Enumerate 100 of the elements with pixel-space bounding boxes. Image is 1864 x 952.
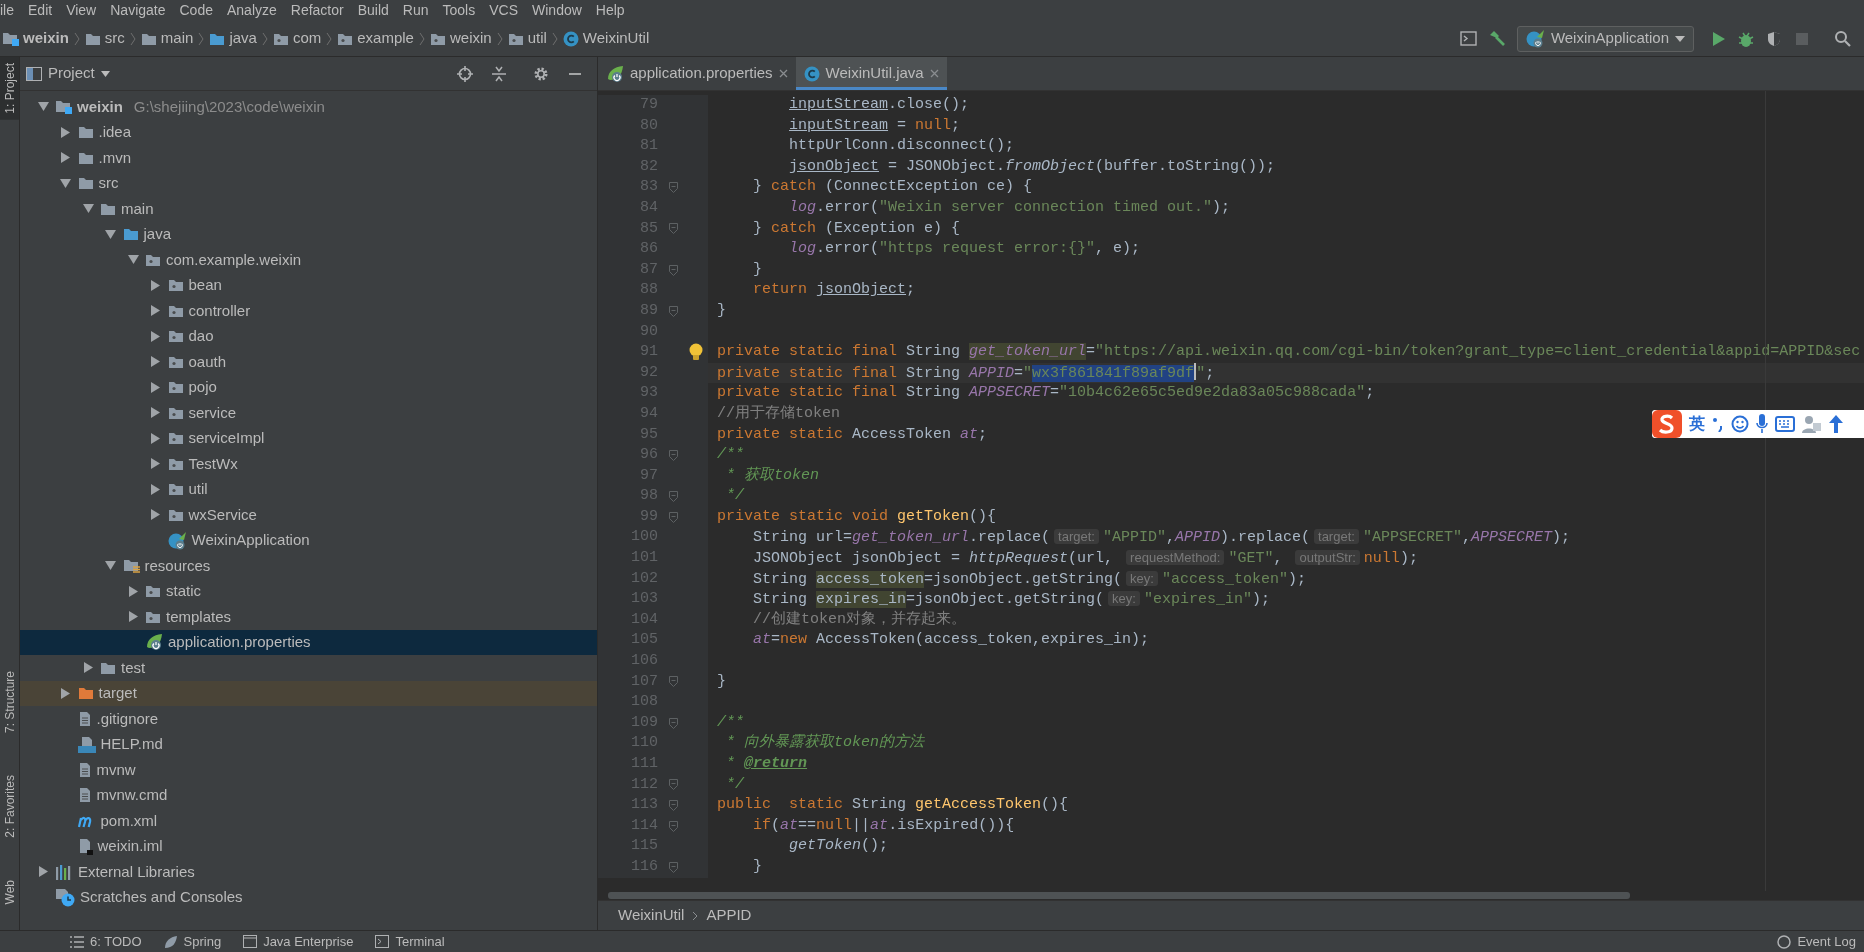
breadcrumb-item[interactable]: example xyxy=(335,27,416,50)
tree-item[interactable]: service xyxy=(20,400,597,426)
tree-item[interactable]: HELP.md xyxy=(20,731,597,757)
tree-item[interactable]: pojo xyxy=(20,374,597,400)
menu-item[interactable]: Code xyxy=(172,0,220,21)
tree-item[interactable]: target xyxy=(20,680,597,706)
breadcrumb-item[interactable]: com xyxy=(270,27,324,50)
tree-item[interactable]: mvnw.cmd xyxy=(20,782,597,808)
tree-item[interactable]: com.example.weixin xyxy=(20,247,597,273)
breadcrumb-item[interactable]: APPID xyxy=(706,904,752,927)
tree-item[interactable]: controller xyxy=(20,298,597,324)
search-icon xyxy=(1833,30,1851,47)
menu-item[interactable]: Run xyxy=(395,0,436,21)
breadcrumb-item[interactable]: weixin xyxy=(0,27,71,50)
folder-icon xyxy=(140,31,157,46)
chevron-right-icon xyxy=(73,31,80,46)
code-line: private static final String get_token_url="https://api.weixin.qq.com/cgi-bin/token?grant_type=client_credential&appid=APPID&sec xyxy=(716,342,1861,363)
tool-window-tab[interactable]: Web xyxy=(0,873,19,910)
tree-item[interactable]: main xyxy=(20,196,597,222)
tree-item[interactable]: .gitignore xyxy=(20,706,597,732)
code-line: httpUrlConn.disconnect(); xyxy=(788,136,1015,157)
folder-icon xyxy=(77,686,94,701)
folder-icon xyxy=(100,660,116,675)
package-folder-icon xyxy=(167,380,184,395)
menu-item[interactable]: Analyze xyxy=(219,0,284,21)
code-line: jsonObject = JSONObject.fromObject(buffer.toString()); xyxy=(788,156,1276,177)
menu-item[interactable]: Help xyxy=(588,0,632,21)
caret-down-icon xyxy=(100,70,110,77)
breadcrumb-item[interactable]: src xyxy=(82,27,127,50)
breadcrumb-item[interactable]: WeixinUtil xyxy=(560,27,652,50)
run-icon xyxy=(1711,30,1725,47)
menu-item[interactable]: ile xyxy=(0,0,21,21)
menu-item[interactable]: Refactor xyxy=(283,0,351,21)
markdown-file-icon xyxy=(77,735,96,753)
menu-item[interactable]: Navigate xyxy=(103,0,173,21)
tree-item[interactable]: .idea xyxy=(20,119,597,145)
breadcrumb-item[interactable]: weixin xyxy=(427,27,494,50)
tree-item[interactable]: resources xyxy=(20,553,597,579)
tree-item[interactable]: weixin.iml xyxy=(20,833,597,859)
tool-window-button[interactable]: Java Enterprise xyxy=(243,931,354,952)
stop-icon xyxy=(1795,31,1809,46)
tool-window-button[interactable]: Terminal xyxy=(375,931,445,952)
tree-item[interactable]: test xyxy=(20,655,597,681)
tree-item[interactable]: .mvn xyxy=(20,145,597,171)
code-line: public static String getAccessToken(){ xyxy=(716,795,1069,816)
menu-item[interactable]: Edit xyxy=(21,0,60,21)
tree-item[interactable]: weixin G:\shejiing\2023\code\weixin xyxy=(20,94,597,120)
breadcrumb-item[interactable]: java xyxy=(207,27,259,50)
tree-item[interactable]: bean xyxy=(20,272,597,298)
tree-item[interactable]: application.properties xyxy=(20,629,597,655)
package-folder-icon xyxy=(337,31,354,46)
scrollbar-thumb[interactable] xyxy=(608,892,1630,899)
tool-window-button[interactable]: 6: TODO xyxy=(70,931,142,952)
editor-tab[interactable]: WeixinUtil.java xyxy=(795,57,947,90)
menu-item[interactable]: Tools xyxy=(435,0,483,21)
breadcrumb-item[interactable]: main xyxy=(138,27,196,50)
menu-item[interactable]: View xyxy=(59,0,104,21)
tree-item[interactable]: dao xyxy=(20,323,597,349)
menu-item[interactable]: Build xyxy=(350,0,396,21)
tree-item[interactable]: pom.xml xyxy=(20,808,597,834)
file-icon xyxy=(77,837,93,855)
tree-item[interactable]: mvnw xyxy=(20,757,597,783)
run-configuration-dropdown[interactable]: WeixinApplication xyxy=(1516,25,1694,52)
tree-item[interactable]: java xyxy=(20,221,597,247)
terminal-icon xyxy=(375,935,390,948)
editor-tab[interactable]: application.properties xyxy=(598,57,796,90)
tree-item[interactable]: wxService xyxy=(20,502,597,528)
code-line: } xyxy=(716,671,726,692)
chevron-right-icon xyxy=(496,31,503,46)
tool-window-tab[interactable]: 2: Favorites xyxy=(0,768,19,844)
class-icon xyxy=(562,30,579,47)
code-line: inputStream.close(); xyxy=(788,95,970,115)
code-line: if(at==null||at.isExpired()){ xyxy=(752,815,1015,836)
tree-item[interactable]: WeixinApplication xyxy=(20,527,597,553)
tree-item[interactable]: serviceImpl xyxy=(20,425,597,451)
menu-item[interactable]: VCS xyxy=(482,0,525,21)
package-folder-icon xyxy=(167,278,184,293)
package-folder-icon xyxy=(145,609,161,624)
file-icon xyxy=(77,787,92,804)
tree-item[interactable]: src xyxy=(20,170,597,196)
chevron-right-icon xyxy=(692,910,699,921)
package-folder-icon xyxy=(167,405,184,420)
menu-item[interactable]: Window xyxy=(525,0,589,21)
tree-item[interactable]: templates xyxy=(20,604,597,630)
tool-window-tab[interactable]: 7: Structure xyxy=(0,664,19,739)
close-icon xyxy=(778,69,788,78)
breadcrumb-item[interactable]: util xyxy=(505,27,549,50)
tree-item[interactable]: static xyxy=(20,578,597,604)
input-mode-label[interactable]: 英 xyxy=(1689,412,1705,436)
breadcrumb-item[interactable]: WeixinUtil xyxy=(618,904,685,927)
tree-item[interactable]: Scratches and Consoles xyxy=(20,884,597,910)
panel-title-dropdown[interactable]: Project xyxy=(26,62,110,85)
tree-item[interactable]: util xyxy=(20,476,597,502)
event-log-button[interactable]: Event Log xyxy=(1777,931,1856,952)
tree-item[interactable]: External Libraries xyxy=(20,859,597,885)
tool-window-button[interactable]: Spring xyxy=(163,931,222,952)
code-line: String access_token=jsonObject.getString( key: "access_token"); xyxy=(752,569,1306,590)
tool-window-tab[interactable]: 1: Project xyxy=(0,57,19,120)
tree-item[interactable]: oauth xyxy=(20,349,597,375)
tree-item[interactable]: TestWx xyxy=(20,451,597,477)
